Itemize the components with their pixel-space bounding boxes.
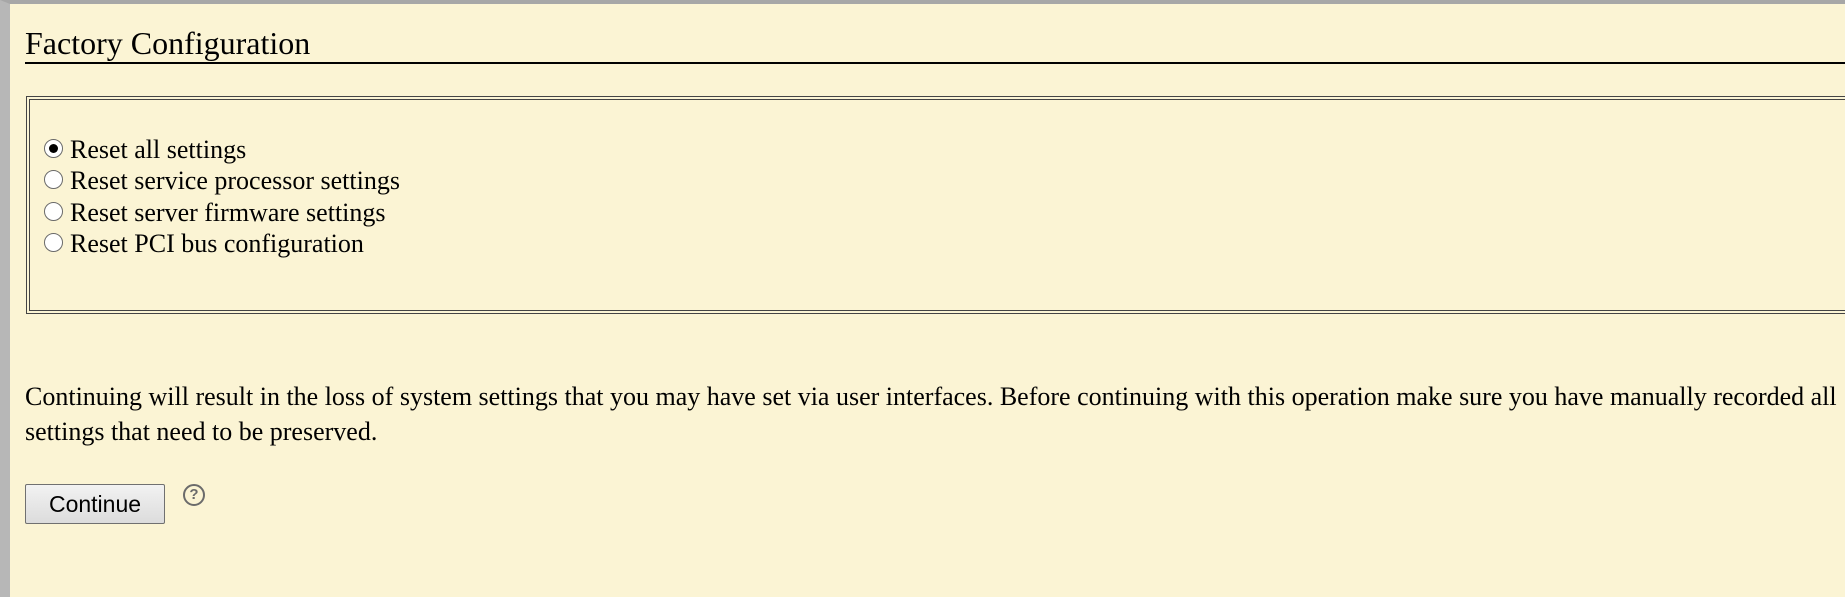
radio-reset-service-processor[interactable] bbox=[44, 170, 63, 189]
warning-text: Continuing will result in the loss of sy… bbox=[25, 382, 1837, 446]
option-label: Reset service processor settings bbox=[70, 166, 400, 195]
option-label: Reset server firmware settings bbox=[70, 198, 386, 227]
option-label: Reset PCI bus configuration bbox=[70, 229, 364, 258]
page-frame: Factory Configuration Reset all settings… bbox=[0, 0, 1845, 597]
radio-reset-all[interactable] bbox=[44, 139, 63, 158]
content-area: Factory Configuration Reset all settings… bbox=[25, 4, 1845, 597]
option-label: Reset all settings bbox=[70, 135, 247, 164]
help-icon[interactable]: ? bbox=[183, 484, 205, 506]
reset-options-group: Reset all settings Reset service process… bbox=[26, 96, 1845, 314]
continue-button[interactable]: Continue bbox=[25, 484, 165, 524]
radio-reset-server-firmware[interactable] bbox=[44, 202, 63, 221]
option-reset-service-processor[interactable]: Reset service processor settings bbox=[44, 163, 400, 199]
radio-reset-pci-bus[interactable] bbox=[44, 233, 63, 252]
page-title: Factory Configuration bbox=[25, 25, 311, 61]
option-reset-pci-bus[interactable]: Reset PCI bus configuration bbox=[44, 226, 364, 262]
title-divider bbox=[25, 62, 1845, 64]
